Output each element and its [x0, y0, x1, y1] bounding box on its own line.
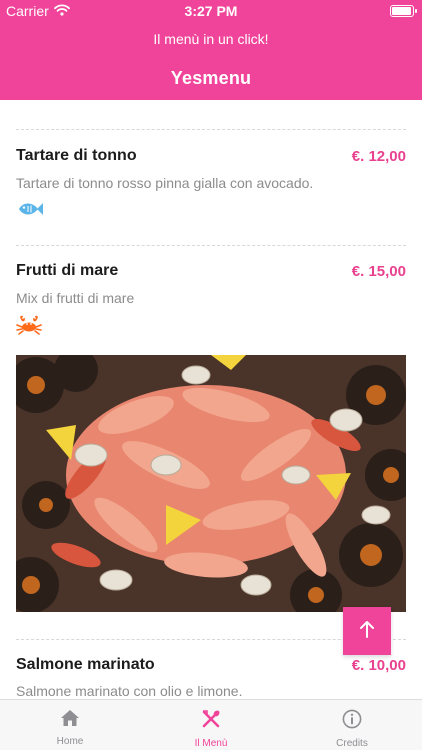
- status-bar: Carrier 3:27 PM: [0, 0, 422, 22]
- tab-label: Home: [56, 736, 84, 747]
- item-price: €. 10,00: [351, 657, 406, 674]
- divider: [16, 129, 406, 130]
- app-header: Carrier 3:27 PM Il menù in un click! Yes…: [0, 0, 422, 100]
- item-price: €. 12,00: [351, 148, 406, 165]
- item-name[interactable]: Tartare di tonno: [16, 147, 137, 165]
- battery-icon: [390, 5, 417, 17]
- dish-image[interactable]: [16, 355, 406, 612]
- item-description: Tartare di tonno rosso pinna gialla con …: [16, 175, 314, 191]
- fish-icon: [16, 200, 46, 220]
- item-name[interactable]: Salmone marinato: [16, 656, 155, 674]
- tab-label: Il Menù: [194, 738, 228, 749]
- home-icon: [60, 700, 80, 732]
- battery-fill: [392, 7, 411, 15]
- app-subtitle: Il menù in un click!: [153, 31, 269, 47]
- scroll-top-button[interactable]: [343, 607, 391, 655]
- crab-icon: [16, 315, 46, 335]
- item-name[interactable]: Frutti di mare: [16, 262, 118, 280]
- item-description: Mix di frutti di mare: [16, 290, 135, 306]
- divider: [16, 245, 406, 246]
- tab-credits[interactable]: Credits: [282, 700, 422, 750]
- arrow-up-icon: [359, 619, 375, 644]
- tab-label: Credits: [336, 738, 368, 749]
- tab-menu[interactable]: Il Menù: [141, 700, 281, 750]
- item-description: Salmone marinato con olio e limone.: [16, 683, 243, 699]
- fork-knife-icon: [201, 700, 221, 734]
- page-title: Yesmenu: [170, 68, 252, 88]
- tab-home[interactable]: Home: [0, 700, 140, 750]
- status-time: 3:27 PM: [184, 3, 238, 19]
- tab-bar: Home Il Menù Credits: [0, 699, 422, 750]
- item-price: €. 15,00: [351, 263, 406, 280]
- info-icon: [342, 700, 362, 734]
